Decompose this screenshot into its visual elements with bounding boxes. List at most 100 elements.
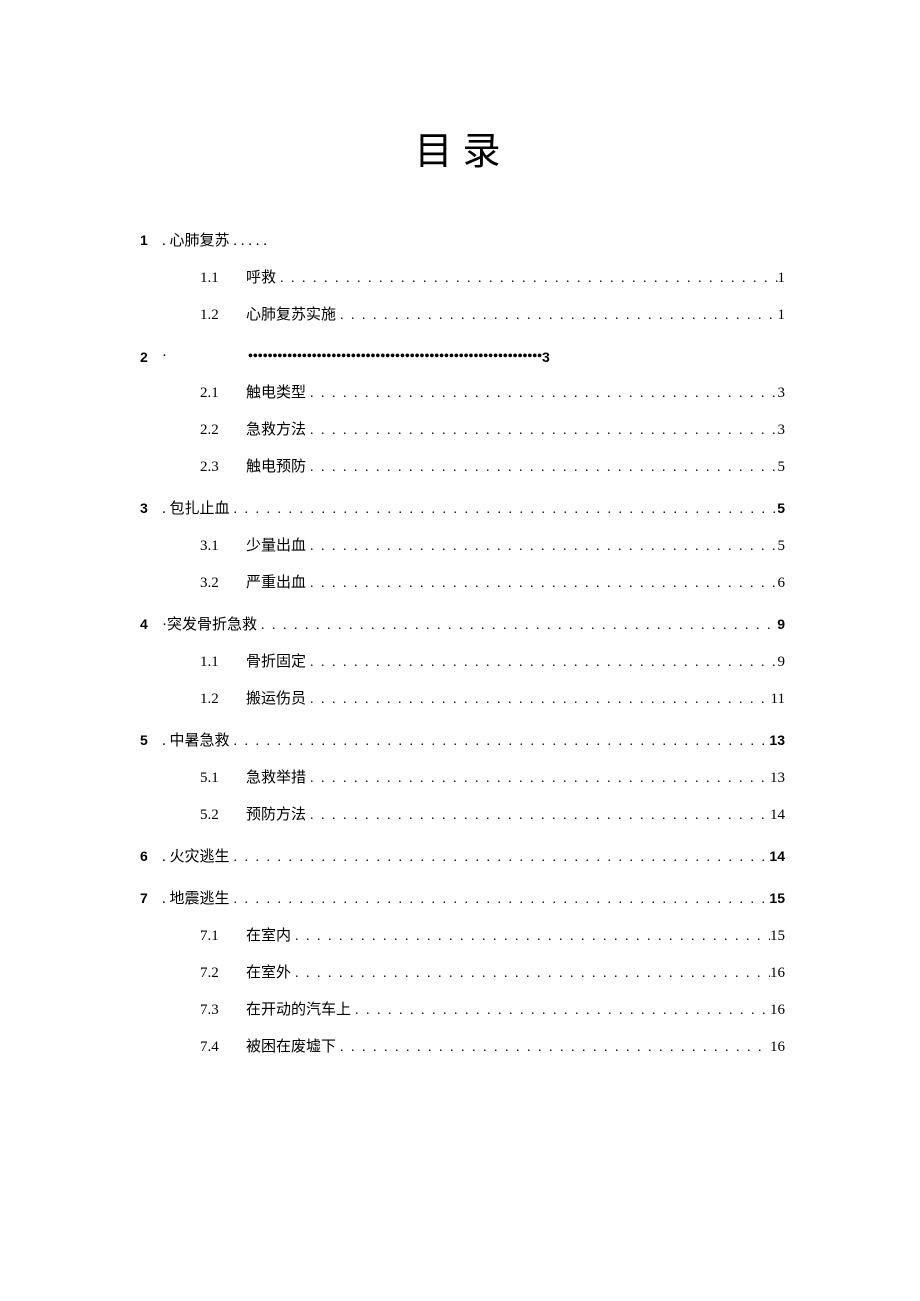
subsection-number: 7.2 xyxy=(200,966,246,981)
subsection-number: 2.1 xyxy=(200,386,246,401)
section-title: . 火灾逃生 xyxy=(162,850,230,865)
page-number: 15 xyxy=(770,929,785,944)
toc-section: 3 . 包扎止血 . . . . . . . . . . . . . . . .… xyxy=(140,501,785,517)
page-number: 6 xyxy=(778,576,786,591)
leader-dots: . . . . . . . . . . . . . . . . . . . . … xyxy=(291,967,770,981)
leader-dots: . . . . . . . . . . . . . . . . . . . . … xyxy=(306,656,777,670)
page-number: 13 xyxy=(770,771,785,786)
subsection-number: 5.2 xyxy=(200,808,246,823)
leader-dots: . . . . . . . . . . . . . . . . . . . . … xyxy=(306,387,777,401)
page-number: 13 xyxy=(769,733,785,747)
toc-subsection: 7.2 在室外 . . . . . . . . . . . . . . . . … xyxy=(140,966,785,981)
subsection-number: 3.2 xyxy=(200,576,246,591)
subsection-title: 骨折固定 xyxy=(246,655,306,670)
page-number: 1 xyxy=(778,271,786,286)
toc-subsection: 1.2 搬运伤员 . . . . . . . . . . . . . . . .… xyxy=(140,692,785,707)
toc-section: 6 . 火灾逃生 . . . . . . . . . . . . . . . .… xyxy=(140,849,785,865)
toc-subsection: 7.1 在室内 . . . . . . . . . . . . . . . . … xyxy=(140,929,785,944)
document-page: 目录 1 . 心肺复苏 . . . . . . . . . . . . . . … xyxy=(0,0,920,1055)
subsection-number: 1.2 xyxy=(200,692,246,707)
toc-section: 7 . 地震逃生 . . . . . . . . . . . . . . . .… xyxy=(140,891,785,907)
leader-dots: . . . . . . . . . . . . . . . . . . . . … xyxy=(291,930,770,944)
subsection-number: 5.1 xyxy=(200,771,246,786)
page-number: 16 xyxy=(770,1040,785,1055)
subsection-number: 1.1 xyxy=(200,271,246,286)
toc-subsection: 3.1 少量出血 . . . . . . . . . . . . . . . .… xyxy=(140,539,785,554)
leader-dots: . . . . . . . . . . . . . . . . . . . . … xyxy=(230,503,778,517)
leader-dots: . . . . . . . . . . . . . . . . . . . . … xyxy=(306,424,777,438)
leader-dots: . . . . . . . . . . . . . . . . . . . . … xyxy=(351,1004,770,1018)
subsection-title: 急救方法 xyxy=(246,423,306,438)
subsection-title: 搬运伤员 xyxy=(246,692,306,707)
toc-subsection: 2.2 急救方法 . . . . . . . . . . . . . . . .… xyxy=(140,423,785,438)
subsection-title: 急救举措 xyxy=(246,771,306,786)
leader-dots: . . . . . . . . . . . . . . . . . . . . … xyxy=(257,619,777,633)
subsection-number: 3.1 xyxy=(200,539,246,554)
page-number: 14 xyxy=(770,808,785,823)
leader-dots: . . . . . . . . . . . . . . . . . . . . … xyxy=(306,809,770,823)
subsection-number: 7.1 xyxy=(200,929,246,944)
leader-dots: ••••••••••••••••••••••••••••••••••••••••… xyxy=(244,350,542,364)
leader-dots: . . . . . . . . . . . . . . . . . . . . … xyxy=(336,309,777,323)
toc-subsection: 3.2 严重出血 . . . . . . . . . . . . . . . .… xyxy=(140,576,785,591)
page-number: 15 xyxy=(769,891,785,905)
section-number: 4 xyxy=(140,617,162,631)
page-number: 9 xyxy=(778,655,786,670)
subsection-number: 1.2 xyxy=(200,308,246,323)
section-number: 5 xyxy=(140,733,162,747)
subsection-title: 少量出血 xyxy=(246,539,306,554)
section-number: 2 xyxy=(140,350,162,364)
section-title: ·突发骨折急救 xyxy=(162,618,257,633)
leader-dots: . . . . . . . . . . . . . . . . . . . . … xyxy=(306,461,777,475)
leader-dots: . . . . . . . . . . . . . . . . . . . . … xyxy=(306,540,777,554)
table-of-contents: 1 . 心肺复苏 . . . . . . . . . . . . . . . .… xyxy=(140,233,785,1055)
section-number: 1 xyxy=(140,233,162,247)
subsection-title: 被困在废墟下 xyxy=(246,1040,336,1055)
section-title: · xyxy=(162,349,244,364)
page-number: 14 xyxy=(769,849,785,863)
leader-dots: . . . . . . . . . . . . . . . . . . . . … xyxy=(230,893,770,907)
subsection-number: 2.2 xyxy=(200,423,246,438)
subsection-number: 2.3 xyxy=(200,460,246,475)
subsection-number: 7.4 xyxy=(200,1040,246,1055)
page-number: 3 xyxy=(542,350,550,364)
toc-subsection: 1.1 呼救 . . . . . . . . . . . . . . . . .… xyxy=(140,271,785,286)
toc-subsection: 5.2 预防方法 . . . . . . . . . . . . . . . .… xyxy=(140,808,785,823)
subsection-number: 7.3 xyxy=(200,1003,246,1018)
section-number: 7 xyxy=(140,891,162,905)
toc-subsection: 5.1 急救举措 . . . . . . . . . . . . . . . .… xyxy=(140,771,785,786)
page-number: 16 xyxy=(770,966,785,981)
page-number: 1 xyxy=(778,308,786,323)
subsection-title: 心肺复苏实施 xyxy=(246,308,336,323)
page-title: 目录 xyxy=(140,120,785,175)
subsection-title: 呼救 xyxy=(246,271,276,286)
page-number: 5 xyxy=(778,460,786,475)
page-number: 3 xyxy=(778,423,786,438)
section-number: 6 xyxy=(140,849,162,863)
subsection-number: 1.1 xyxy=(200,655,246,670)
toc-section: 2 · ••••••••••••••••••••••••••••••••••••… xyxy=(140,349,785,364)
leader-dots: . . . . . . . . . . . . . . . . . . . . … xyxy=(230,851,770,865)
section-title: . 包扎止血 xyxy=(162,502,230,517)
page-number: 16 xyxy=(770,1003,785,1018)
subsection-title: 预防方法 xyxy=(246,808,306,823)
section-title: . 中暑急救 xyxy=(162,734,230,749)
subsection-title: 在开动的汽车上 xyxy=(246,1003,351,1018)
toc-subsection: 1.2 心肺复苏实施 . . . . . . . . . . . . . . .… xyxy=(140,308,785,323)
toc-subsection: 2.3 触电预防 . . . . . . . . . . . . . . . .… xyxy=(140,460,785,475)
page-number: 3 xyxy=(778,386,786,401)
page-number: 5 xyxy=(778,539,786,554)
page-number: 9 xyxy=(777,617,785,631)
section-number: 3 xyxy=(140,501,162,515)
toc-section: 4 ·突发骨折急救 . . . . . . . . . . . . . . . … xyxy=(140,617,785,633)
toc-section: 5 . 中暑急救 . . . . . . . . . . . . . . . .… xyxy=(140,733,785,749)
leader-dots: . . . . . . . . . . . . . . . . . . . . … xyxy=(336,1041,770,1055)
subsection-title: 严重出血 xyxy=(246,576,306,591)
toc-subsection: 7.4 被困在废墟下 . . . . . . . . . . . . . . .… xyxy=(140,1040,785,1055)
toc-subsection: 7.3 在开动的汽车上 . . . . . . . . . . . . . . … xyxy=(140,1003,785,1018)
leader-dots: . . . . . . . . . . . . . . . . . . . . … xyxy=(230,735,770,749)
leader-dots: . . . . . . . . . . . . . . . . . . . . … xyxy=(306,772,770,786)
leader-dots: . . . . . . . . . . . . . . . . . . . . … xyxy=(306,693,771,707)
section-title: . 心肺复苏 . . . . . xyxy=(162,234,267,249)
subsection-title: 触电类型 xyxy=(246,386,306,401)
